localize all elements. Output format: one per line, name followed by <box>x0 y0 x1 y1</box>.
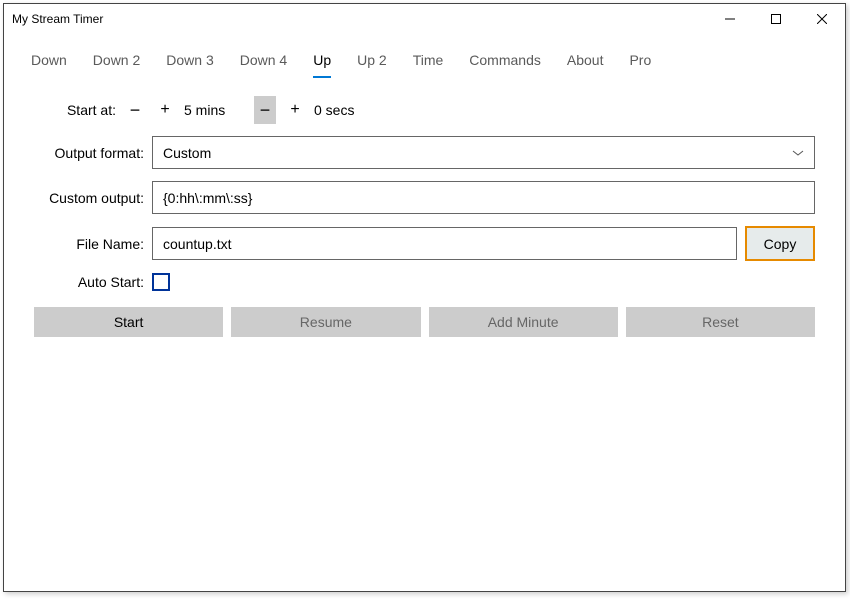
label-start-at: Start at: <box>4 102 124 118</box>
minimize-button[interactable] <box>707 4 753 34</box>
label-file-name: File Name: <box>4 236 152 252</box>
close-button[interactable] <box>799 4 845 34</box>
row-file-name: File Name: Copy <box>4 226 815 261</box>
copy-button[interactable]: Copy <box>745 226 815 261</box>
tab-down-4[interactable]: Down 4 <box>227 44 300 78</box>
custom-output-input[interactable] <box>152 181 815 214</box>
mins-stepper: − + 5 mins <box>124 96 234 124</box>
maximize-button[interactable] <box>753 4 799 34</box>
minimize-icon <box>725 14 735 24</box>
mins-value: 5 mins <box>184 102 234 118</box>
row-auto-start: Auto Start: <box>4 273 815 291</box>
label-custom-output: Custom output: <box>4 190 152 206</box>
app-window: My Stream Timer Down Down 2 Down 3 Down … <box>3 3 846 592</box>
mins-plus-button[interactable]: + <box>154 96 176 124</box>
row-output-format: Output format: Custom <box>4 136 815 169</box>
tab-time[interactable]: Time <box>400 44 457 78</box>
label-output-format: Output format: <box>4 145 152 161</box>
row-start-at: Start at: − + 5 mins − + 0 secs <box>4 96 815 124</box>
tab-pro[interactable]: Pro <box>616 44 664 78</box>
tab-commands[interactable]: Commands <box>456 44 554 78</box>
window-title: My Stream Timer <box>12 12 103 26</box>
row-custom-output: Custom output: <box>4 181 815 214</box>
tab-down[interactable]: Down <box>18 44 80 78</box>
tab-down-2[interactable]: Down 2 <box>80 44 153 78</box>
tab-bar: Down Down 2 Down 3 Down 4 Up Up 2 Time C… <box>4 34 845 78</box>
window-controls <box>707 4 845 34</box>
tab-about[interactable]: About <box>554 44 617 78</box>
action-button-row: Start Resume Add Minute Reset <box>4 303 845 337</box>
auto-start-checkbox[interactable] <box>152 273 170 291</box>
secs-plus-button[interactable]: + <box>284 96 306 124</box>
chevron-down-icon <box>792 146 804 160</box>
label-auto-start: Auto Start: <box>4 274 152 290</box>
mins-minus-button[interactable]: − <box>124 96 146 124</box>
form-content: Start at: − + 5 mins − + 0 secs Output f… <box>4 78 845 291</box>
output-format-value: Custom <box>163 145 211 161</box>
reset-button[interactable]: Reset <box>626 307 815 337</box>
file-name-input[interactable] <box>152 227 737 260</box>
resume-button[interactable]: Resume <box>231 307 420 337</box>
add-minute-button[interactable]: Add Minute <box>429 307 618 337</box>
output-format-select[interactable]: Custom <box>152 136 815 169</box>
start-button[interactable]: Start <box>34 307 223 337</box>
secs-stepper: − + 0 secs <box>254 96 364 124</box>
tab-up[interactable]: Up <box>300 44 344 78</box>
tab-down-3[interactable]: Down 3 <box>153 44 226 78</box>
close-icon <box>817 14 827 24</box>
secs-minus-button[interactable]: − <box>254 96 276 124</box>
tab-up-2[interactable]: Up 2 <box>344 44 400 78</box>
secs-value: 0 secs <box>314 102 364 118</box>
maximize-icon <box>771 14 781 24</box>
title-bar: My Stream Timer <box>4 4 845 34</box>
